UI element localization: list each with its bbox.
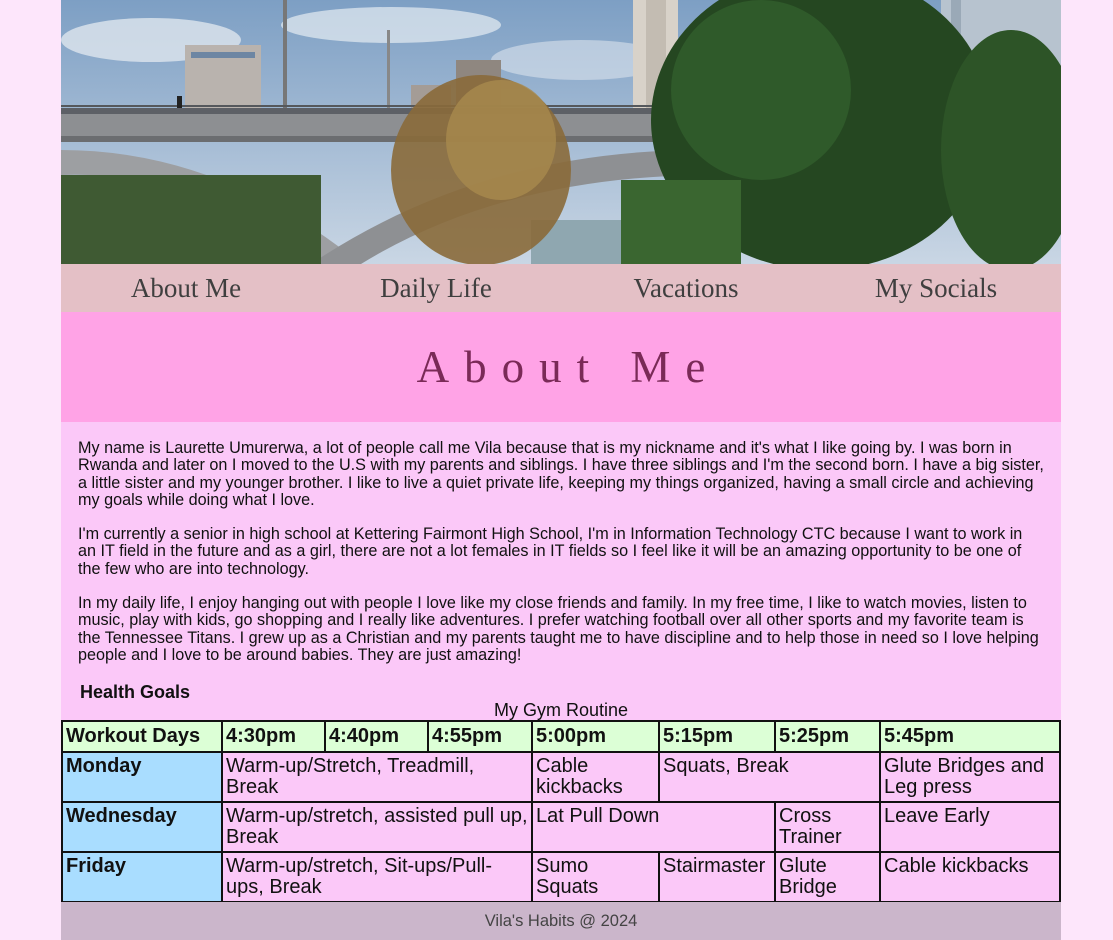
table-cell: Warm-up/stretch, Sit-ups/Pull-ups, Break bbox=[221, 851, 533, 903]
table-cell: Cable kickbacks bbox=[531, 751, 660, 803]
table-cell: Leave Early bbox=[879, 801, 1061, 853]
table-caption: My Gym Routine bbox=[493, 700, 629, 720]
table-cell: Squats, Break bbox=[658, 751, 881, 803]
hero-image bbox=[61, 0, 1061, 264]
table-cell: Warm-up/Stretch, Treadmill, Break bbox=[221, 751, 533, 803]
nav-item-daily-life[interactable]: Daily Life bbox=[311, 264, 561, 312]
header-cell: 4:30pm bbox=[221, 720, 326, 753]
table-cell: Stairmaster bbox=[658, 851, 776, 903]
paragraph-intro: My name is Laurette Umurerwa, a lot of p… bbox=[78, 439, 1044, 509]
paragraph-school: I'm currently a senior in high school at… bbox=[78, 525, 1023, 578]
title-band: About Me bbox=[61, 312, 1061, 422]
day-cell: Monday bbox=[61, 751, 223, 803]
footer: Vila's Habits @ 2024 bbox=[61, 902, 1061, 940]
table-cell: Sumo Squats bbox=[531, 851, 660, 903]
day-cell: Friday bbox=[61, 851, 223, 903]
header-cell: Workout Days bbox=[61, 720, 223, 753]
page: About Me Daily Life Vacations My Socials… bbox=[61, 0, 1061, 940]
table-cell: Cable kickbacks bbox=[879, 851, 1061, 903]
nav-item-vacations[interactable]: Vacations bbox=[561, 264, 811, 312]
header-cell: 5:45pm bbox=[879, 720, 1061, 753]
table-row: Wednesday Warm-up/stretch, assisted pull… bbox=[61, 801, 1061, 853]
table-cell: Cross Trainer bbox=[774, 801, 881, 853]
table-cell: Glute Bridge bbox=[774, 851, 881, 903]
table-row: Monday Warm-up/Stretch, Treadmill, Break… bbox=[61, 751, 1061, 803]
paragraph-daily-life: In my daily life, I enjoy hanging out wi… bbox=[78, 594, 1039, 664]
table-cell: Glute Bridges and Leg press bbox=[879, 751, 1061, 803]
header-cell: 5:15pm bbox=[658, 720, 776, 753]
page-title: About Me bbox=[416, 342, 721, 392]
main-nav: About Me Daily Life Vacations My Socials bbox=[61, 264, 1061, 312]
table-cell: Lat Pull Down bbox=[531, 801, 776, 853]
table-header-row: Workout Days 4:30pm 4:40pm 4:55pm 5:00pm… bbox=[61, 720, 1061, 753]
header-cell: 5:25pm bbox=[774, 720, 881, 753]
gym-routine-table: Workout Days 4:30pm 4:40pm 4:55pm 5:00pm… bbox=[61, 720, 1061, 903]
table-cell: Warm-up/stretch, assisted pull up, Break bbox=[221, 801, 533, 853]
header-cell: 4:55pm bbox=[427, 720, 533, 753]
header-cell: 4:40pm bbox=[324, 720, 429, 753]
about-content: My name is Laurette Umurerwa, a lot of p… bbox=[78, 439, 1044, 681]
header-cell: 5:00pm bbox=[531, 720, 660, 753]
nav-item-my-socials[interactable]: My Socials bbox=[811, 264, 1061, 312]
table-row: Friday Warm-up/stretch, Sit-ups/Pull-ups… bbox=[61, 851, 1061, 903]
day-cell: Wednesday bbox=[61, 801, 223, 853]
nav-item-about-me[interactable]: About Me bbox=[61, 264, 311, 312]
